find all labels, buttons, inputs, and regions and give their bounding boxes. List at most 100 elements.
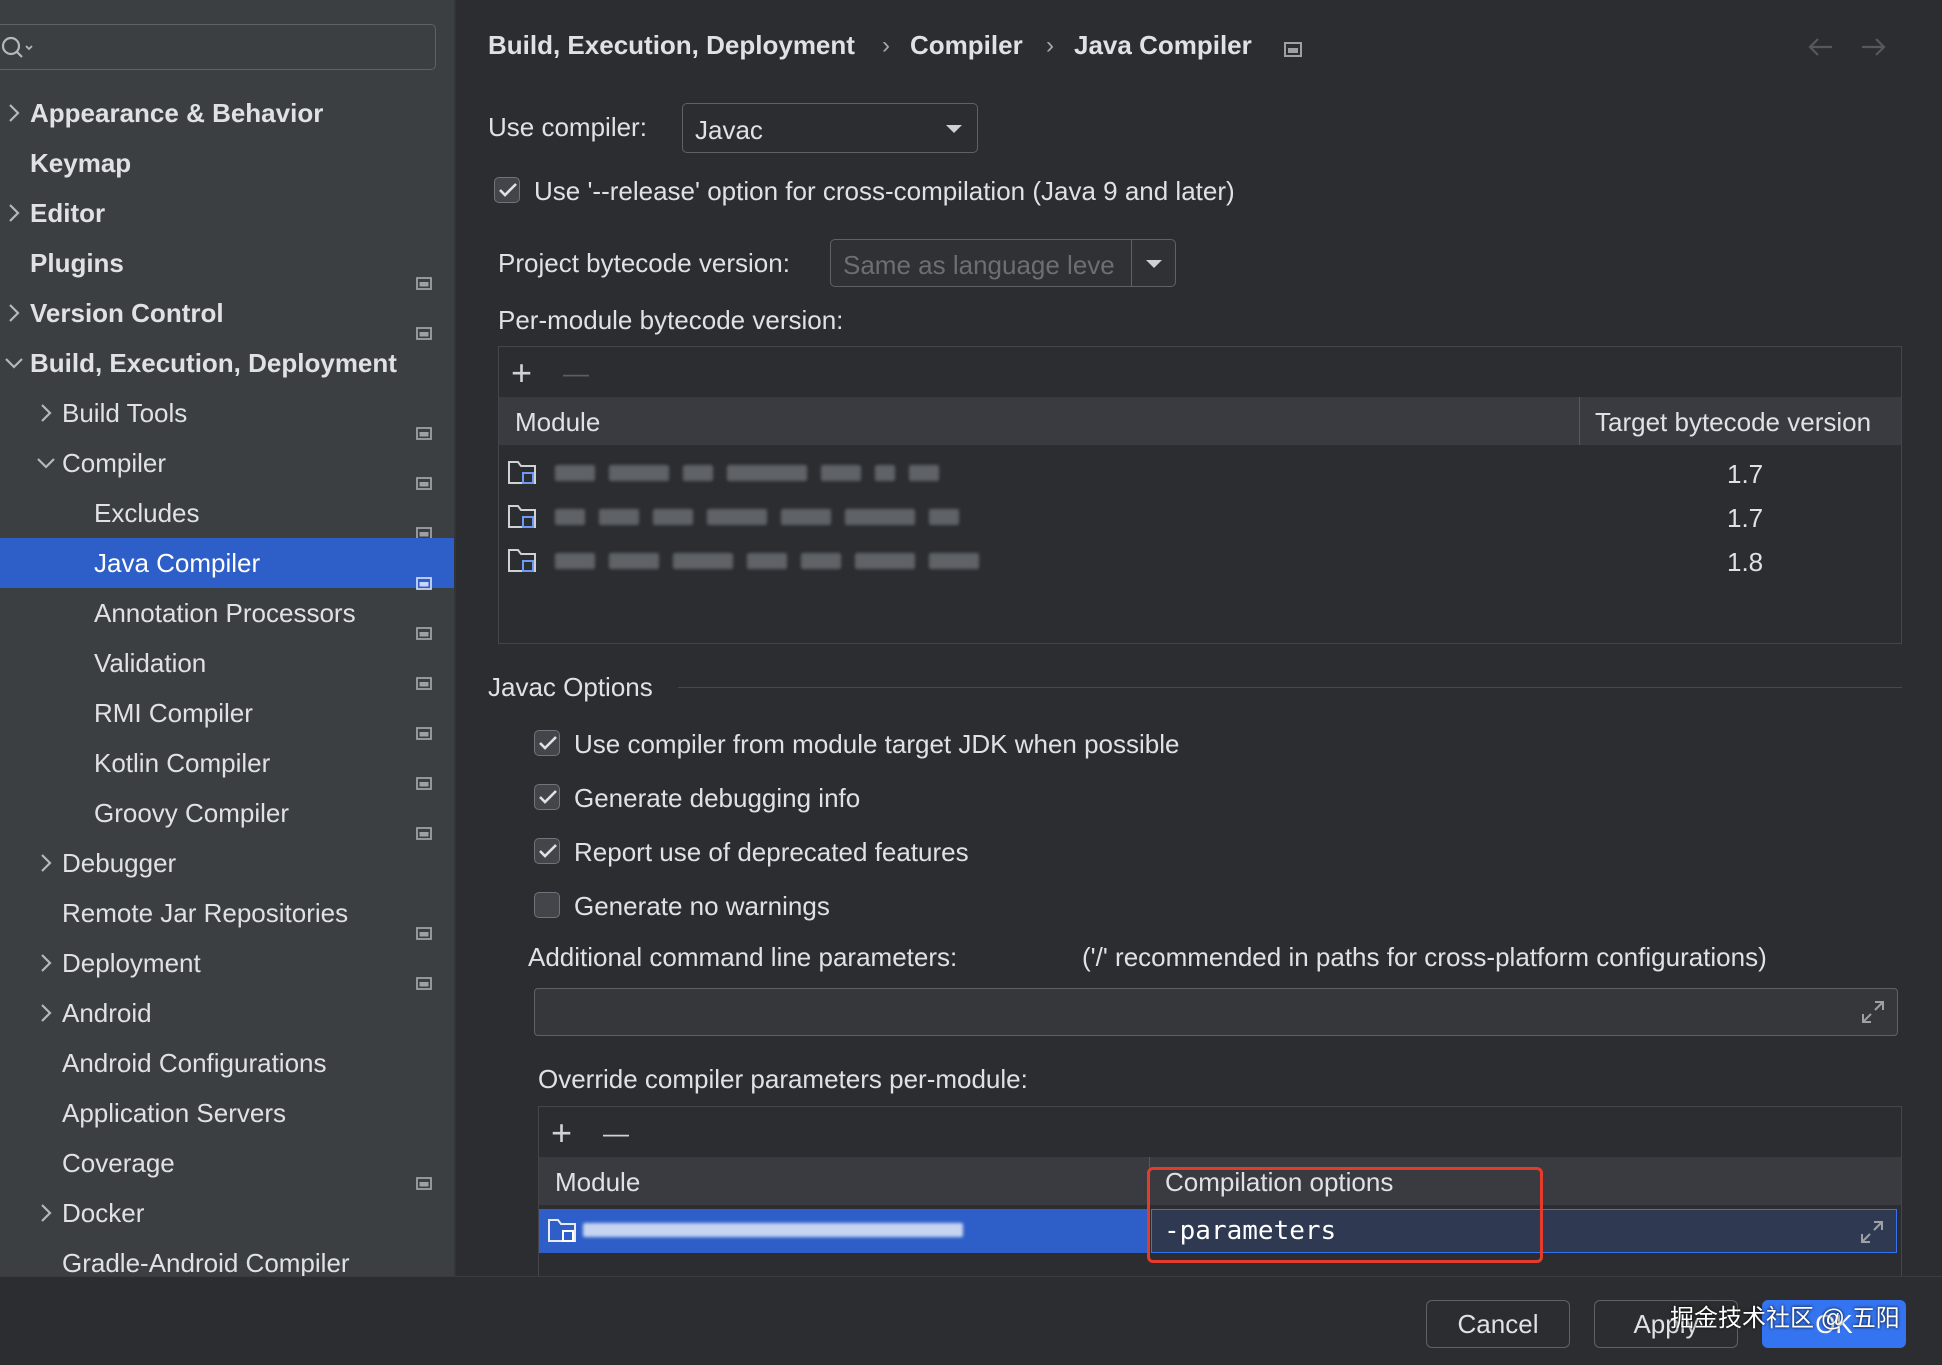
chevron-right-icon[interactable] [4,88,24,138]
project-scope-icon [416,656,432,690]
redacted-module-name [555,465,595,481]
project-bytecode-select[interactable]: Same as language leve [830,239,1176,287]
sidebar-item[interactable]: Editor [0,188,454,238]
sidebar-item-label: Android [62,998,152,1028]
sidebar-item-label: Docker [62,1198,145,1228]
breadcrumb-item[interactable]: Compiler [910,30,1023,61]
sidebar-item[interactable]: Validation [0,638,454,690]
redacted-module-name [855,553,915,569]
chevron-right-icon[interactable] [36,988,56,1038]
sidebar-item-label: Compiler [62,448,167,478]
sidebar-item[interactable]: Compiler [0,438,454,490]
chevron-right-icon[interactable] [4,288,24,338]
project-scope-icon [416,606,432,640]
sidebar-item[interactable]: Java Compiler [0,538,454,590]
redacted-module-name [801,553,841,569]
sidebar-item[interactable]: Build Tools [0,388,454,440]
javac-option-checkbox[interactable] [534,730,560,756]
sidebar-item[interactable]: Appearance & Behavior [0,88,454,138]
chevron-down-icon[interactable] [4,338,24,388]
sidebar-item[interactable]: Gradle-Android Compiler [0,1238,454,1276]
sidebar-item[interactable]: Deployment [0,938,454,990]
back-arrow-icon[interactable] [1806,36,1834,58]
sidebar-item[interactable]: Application Servers [0,1088,454,1138]
chevron-right-icon[interactable] [4,188,24,238]
sidebar-item[interactable]: Coverage [0,1138,454,1190]
sidebar-item[interactable]: Groovy Compiler [0,788,454,840]
add-module-button[interactable]: + [511,355,532,391]
sidebar-item-label: Build Tools [62,398,188,428]
remove-override-button[interactable]: — [603,1115,629,1151]
settings-search-input[interactable] [0,24,436,70]
bytecode-table-header: Module Target bytecode version [499,397,1901,445]
sidebar-item[interactable]: Remote Jar Repositories [0,888,454,940]
table-row[interactable]: 1.7 [499,495,1901,539]
chevron-down-icon[interactable] [36,438,56,488]
sidebar-item-label: Java Compiler [94,548,261,578]
redacted-module-name [555,509,585,525]
additional-params-hint: ('/' recommended in paths for cross-plat… [1082,942,1767,972]
override-row-module-cell[interactable] [539,1209,1147,1253]
forward-arrow-icon[interactable] [1860,36,1888,58]
remove-module-button[interactable]: — [563,355,589,391]
chevron-right-icon[interactable] [36,938,56,988]
project-scope-icon [416,756,432,790]
redacted-module-name [609,553,659,569]
sidebar-item[interactable]: Annotation Processors [0,588,454,640]
chevron-right-icon[interactable] [36,838,56,888]
sidebar-item[interactable]: Version Control [0,288,454,340]
compiler-select[interactable]: Javac [682,103,978,153]
breadcrumb-item[interactable]: Build, Execution, Deployment [488,30,855,61]
sidebar-item[interactable]: Plugins [0,238,454,290]
add-override-button[interactable]: + [551,1115,572,1151]
chevron-right-icon[interactable] [36,388,56,438]
project-scope-icon [416,1256,432,1269]
checkmark-icon [539,736,557,750]
project-scope-icon [416,306,432,340]
checkmark-icon [539,844,557,858]
annotation-highlight-box [1147,1167,1543,1263]
javac-option-checkbox[interactable] [534,892,560,918]
javac-options-title: Javac Options [488,672,653,702]
sidebar-item-label: Appearance & Behavior [30,98,324,128]
sidebar-item[interactable]: Keymap [0,138,454,188]
sidebar-item-label: Debugger [62,848,177,878]
javac-option-checkbox[interactable] [534,784,560,810]
sidebar-item[interactable]: RMI Compiler [0,688,454,740]
sidebar-item[interactable]: Excludes [0,488,454,540]
javac-option-label: Generate no warnings [574,891,830,921]
target-version-cell: 1.7 [1727,459,1764,489]
sidebar-item[interactable]: Android Configurations [0,1038,454,1088]
sidebar-item-label: RMI Compiler [94,698,253,728]
redacted-module-name [821,465,861,481]
sidebar-item-label: Deployment [62,948,201,978]
sidebar-item[interactable]: Build, Execution, Deployment [0,338,454,388]
sidebar-item[interactable]: Kotlin Compiler [0,738,454,790]
sidebar-item-label: Build, Execution, Deployment [30,348,397,378]
sidebar-item[interactable]: Docker [0,1188,454,1238]
expand-icon[interactable] [1860,1220,1884,1244]
sidebar-item[interactable]: Debugger [0,838,454,888]
search-icon [1,36,33,58]
checkmark-icon [499,183,517,197]
column-header-module[interactable]: Module [555,1167,640,1198]
table-row[interactable]: 1.8 [499,539,1901,583]
column-header-module[interactable]: Module [515,407,600,438]
sidebar-item[interactable]: Android [0,988,454,1038]
project-bytecode-label: Project bytecode version: [498,248,790,278]
project-scope-icon [416,1156,432,1190]
cancel-button[interactable]: Cancel [1426,1300,1570,1348]
column-header-target-version[interactable]: Target bytecode version [1595,407,1871,438]
project-scope-icon [416,956,432,990]
table-row[interactable]: 1.7 [499,451,1901,495]
additional-params-input[interactable] [534,988,1898,1036]
redacted-module-name [909,465,939,481]
module-folder-icon [507,547,539,580]
release-option-checkbox[interactable] [494,177,520,203]
sidebar-item-label: Editor [30,198,106,228]
expand-icon[interactable] [1861,1000,1885,1024]
target-version-cell: 1.7 [1727,503,1764,533]
chevron-right-icon[interactable] [36,1188,56,1238]
javac-option-checkbox[interactable] [534,838,560,864]
use-compiler-label: Use compiler: [488,112,647,142]
